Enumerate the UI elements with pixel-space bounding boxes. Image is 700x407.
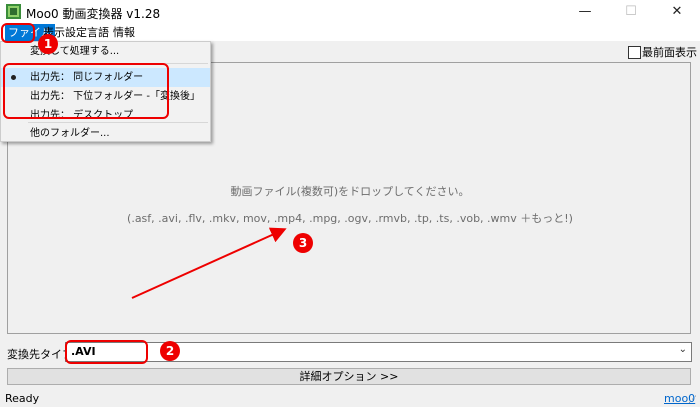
- annotation-arrow: [131, 227, 287, 299]
